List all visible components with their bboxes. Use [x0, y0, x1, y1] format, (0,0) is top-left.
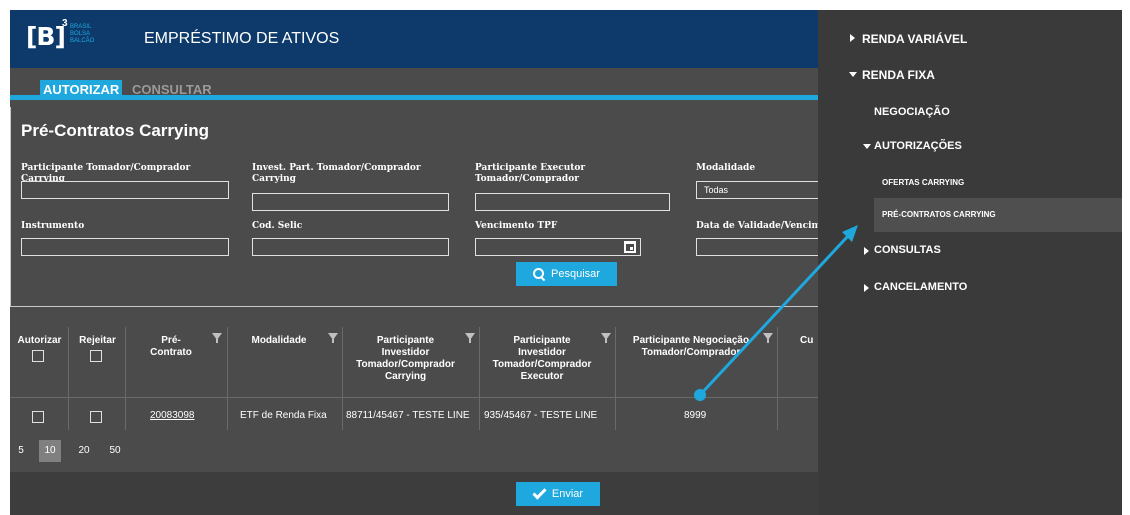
page-size-50[interactable]: 50: [104, 440, 126, 462]
column-header-pre-contrato[interactable]: Pré- Contrato: [136, 335, 206, 359]
cell-part-carrying: 88711/45467 - TESTE LINE: [346, 410, 470, 421]
logo-line: BALCÃO: [70, 38, 95, 44]
data-validade-input[interactable]: [696, 238, 819, 256]
filter-icon[interactable]: [465, 333, 475, 343]
column-header-part-executor[interactable]: Participante Investidor Tomador/Comprado…: [480, 335, 604, 383]
field-label-modalidade: Modalidade: [696, 163, 756, 173]
logo-line: BOLSA: [70, 31, 91, 37]
menu-item-negociacao[interactable]: NEGOCIAÇÃO: [874, 106, 950, 118]
column-header-part-carrying[interactable]: Participante Investidor Tomador/Comprado…: [343, 335, 468, 383]
column-header-truncated[interactable]: Cu: [800, 335, 818, 347]
app-header: [B] 3 BRASIL BOLSA BALCÃO EMPRÉSTIMO DE …: [10, 10, 818, 68]
caret-right-icon: [850, 34, 855, 42]
page-size-5[interactable]: 5: [10, 440, 32, 462]
results-grid: Autorizar Rejeitar Pré- Contrato Modalid…: [10, 327, 818, 430]
column-header-autorizar: Autorizar: [17, 335, 62, 346]
check-icon: [532, 484, 547, 500]
column-header-rejeitar: Rejeitar: [79, 335, 116, 346]
tab-consultar[interactable]: CONSULTAR: [132, 82, 212, 97]
cell-modalidade: ETF de Renda Fixa: [240, 410, 327, 421]
grid-row-divider: [10, 397, 818, 398]
field-label-vencimento-tpf: Vencimento TPF: [475, 221, 558, 231]
filter-icon[interactable]: [601, 333, 611, 343]
column-autorizar: Autorizar: [10, 327, 69, 430]
cell-part-executor: 935/45467 - TESTE LINE: [484, 410, 598, 421]
instrumento-input[interactable]: [21, 238, 229, 256]
filter-icon[interactable]: [212, 333, 222, 343]
tab-autorizar[interactable]: AUTORIZAR: [40, 80, 123, 99]
app-title: EMPRÉSTIMO DE ATIVOS: [144, 30, 340, 47]
caret-down-icon: [849, 72, 857, 77]
menu-item-renda-variavel[interactable]: RENDA VARIÁVEL: [862, 32, 967, 46]
page-title: Pré-Contratos Carrying: [21, 121, 209, 140]
search-icon: [533, 268, 545, 280]
modalidade-select[interactable]: Todas: [696, 181, 819, 199]
select-all-rejeitar-checkbox[interactable]: [90, 350, 102, 362]
column-header-modalidade[interactable]: Modalidade: [234, 335, 324, 347]
calendar-icon[interactable]: [624, 241, 636, 253]
caret-down-icon: [863, 144, 871, 149]
field-label-data-validade: Data de Validade/Vencime: [696, 221, 819, 231]
logo-line: BRASIL: [70, 24, 92, 30]
b3-logo: [B]: [26, 22, 66, 51]
vencimento-tpf-input[interactable]: [475, 238, 641, 256]
menu-item-cancelamento[interactable]: CANCELAMENTO: [874, 281, 967, 293]
page-size-20[interactable]: 20: [73, 440, 95, 462]
send-button-label: Enviar: [551, 488, 584, 500]
participante-executor-input[interactable]: [475, 193, 670, 211]
menu-item-autorizacoes[interactable]: AUTORIZAÇÕES: [874, 140, 962, 152]
menu-item-renda-fixa[interactable]: RENDA FIXA: [862, 68, 935, 82]
cell-part-negociacao: 8999: [684, 410, 707, 421]
column-header-part-negociacao[interactable]: Participante Negociação Tomador/Comprado…: [616, 335, 766, 359]
field-label-participante-executor: Participante Executor Tomador/Comprador: [475, 163, 586, 184]
b3-logo-subtitle: BRASIL BOLSA BALCÃO: [70, 24, 94, 45]
field-label-cod-selic: Cod. Selic: [252, 221, 303, 231]
row-autorizar-checkbox[interactable]: [32, 411, 44, 423]
column-rejeitar: Rejeitar: [69, 327, 126, 430]
side-menu: RENDA VARIÁVEL RENDA FIXA NEGOCIAÇÃO AUT…: [818, 10, 1122, 515]
select-all-autorizar-checkbox[interactable]: [32, 350, 44, 362]
participante-tomador-input[interactable]: [21, 181, 229, 199]
field-label-instrumento: Instrumento: [21, 221, 85, 231]
caret-right-icon: [864, 284, 869, 292]
tab-bar: AUTORIZAR CONSULTAR: [10, 68, 818, 100]
menu-item-ofertas-carrying[interactable]: OFERTAS CARRYING: [882, 178, 964, 187]
filter-icon[interactable]: [328, 333, 338, 343]
pager: 5 10 20 50: [10, 430, 818, 472]
send-button[interactable]: Enviar: [516, 482, 600, 506]
search-button-label: Pesquisar: [551, 268, 600, 280]
page-size-10[interactable]: 10: [39, 440, 61, 462]
search-button[interactable]: Pesquisar: [516, 262, 617, 286]
row-rejeitar-checkbox[interactable]: [90, 411, 102, 423]
menu-item-pre-contratos-carrying[interactable]: PRÉ-CONTRATOS CARRYING: [882, 210, 996, 219]
invest-part-input[interactable]: [252, 193, 449, 211]
app-window: [B] 3 BRASIL BOLSA BALCÃO EMPRÉSTIMO DE …: [10, 10, 1122, 515]
cod-selic-input[interactable]: [252, 238, 449, 256]
pre-contrato-link[interactable]: 20083098: [150, 410, 195, 421]
field-label-invest-part: Invest. Part. Tomador/Comprador Carrying: [252, 163, 421, 184]
caret-right-icon: [864, 247, 869, 255]
b3-logo-superscript: 3: [62, 18, 68, 29]
filters-panel: Pré-Contratos Carrying Participante Toma…: [10, 107, 819, 307]
menu-item-consultas[interactable]: CONSULTAS: [874, 244, 941, 256]
footer: Enviar: [10, 472, 818, 515]
filter-icon[interactable]: [763, 333, 773, 343]
